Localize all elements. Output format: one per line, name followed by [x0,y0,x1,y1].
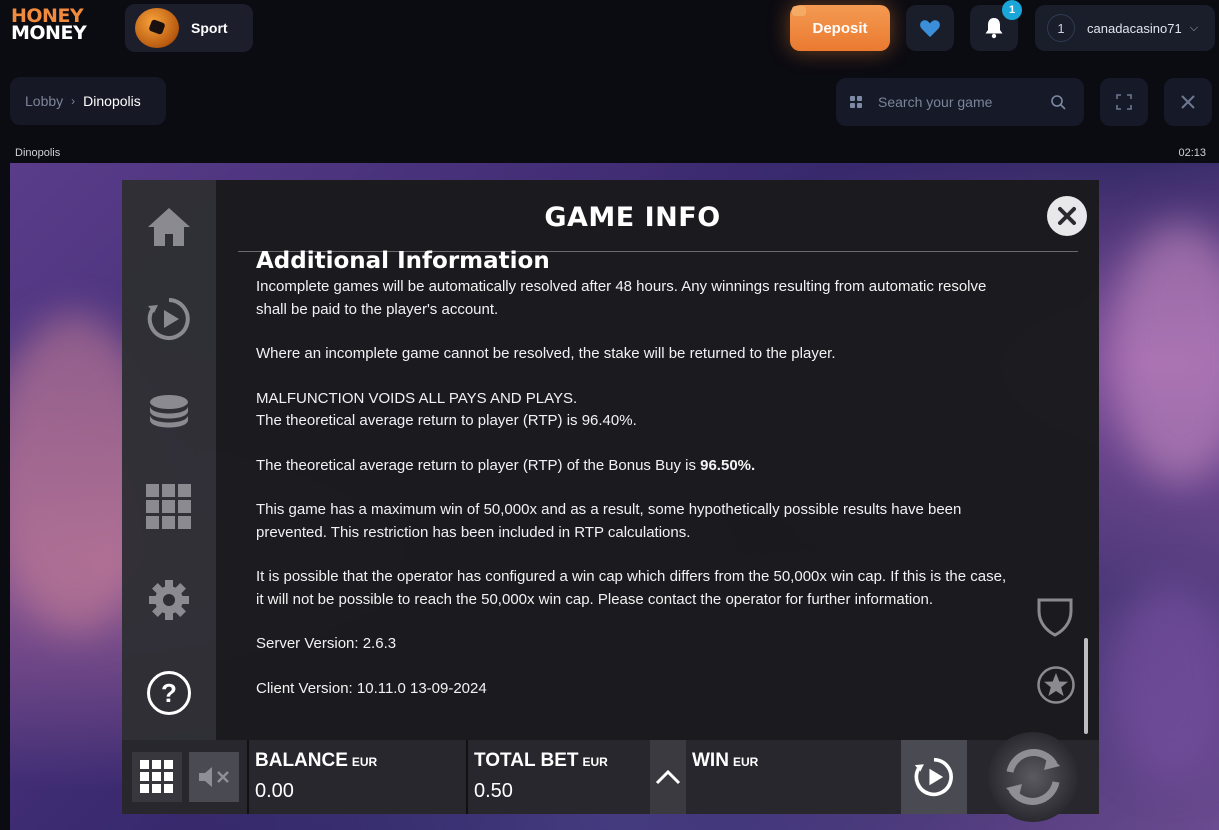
info-paragraph: The theoretical average return to player… [256,412,637,429]
close-icon [1058,207,1076,225]
close-icon [1181,95,1195,109]
user-menu-button[interactable]: 1 canadacasino71 ⌵ [1035,5,1215,51]
fullscreen-icon [1116,94,1132,110]
bet-options-button[interactable] [650,740,686,814]
spin-icon [1006,749,1060,805]
close-game-button[interactable] [1164,78,1212,126]
star-icon[interactable] [1036,665,1076,705]
favorites-button[interactable] [906,5,954,51]
game-info-dialog: ? GAME INFO Additional Information Incom… [122,180,1099,822]
win-field: WIN EUR [686,740,901,814]
close-dialog-button[interactable] [1047,196,1087,236]
menu-button[interactable] [132,752,182,802]
svg-text:?: ? [161,678,177,708]
dialog-title: GAME INFO [544,202,721,233]
chevron-right-icon: › [71,94,76,108]
rtp-bonus-value: 96.50%. [700,456,756,474]
total-bet-value: 0.50 [474,780,513,802]
game-title-bar: Dinopolis 02:13 [0,143,1219,163]
balance-label: BALANCE EUR [255,750,377,772]
paytable-grid-icon [146,484,191,529]
info-paragraph: This game has a maximum win of 50,000x a… [256,501,962,541]
breadcrumb-lobby-link[interactable]: Lobby [25,93,63,109]
help-button[interactable]: ? [146,670,192,716]
total-bet-unit: EUR [582,755,608,769]
sport-label: Sport [191,20,228,36]
deposit-label: Deposit [812,19,868,37]
chevron-down-icon: ⌵ [1189,21,1199,34]
spin-button[interactable] [988,732,1078,822]
info-paragraph: MALFUNCTION VOIDS ALL PAYS AND PLAYS. [256,389,578,407]
total-bet-field[interactable]: TOTAL BET EUR 0.50 [466,740,650,814]
autoplay-icon [914,757,953,797]
top-bar: HONEY MONEY Sport Deposit 1 1 canadacasi… [0,0,1219,60]
soccer-ball-icon [135,8,179,48]
search-input[interactable]: Search your game [878,94,1050,110]
game-title: Dinopolis [15,147,61,159]
coins-icon [150,395,188,428]
info-text-scroll[interactable]: Additional Information Incomplete games … [256,250,1016,740]
home-button[interactable] [146,204,192,250]
background-blur [1110,223,1219,483]
sport-button[interactable]: Sport [125,4,253,52]
fullscreen-button[interactable] [1100,78,1148,126]
scrollbar[interactable] [1084,638,1088,734]
category-grid-icon[interactable] [850,96,862,108]
section-heading: Additional Information [256,250,550,274]
bet-coins-button[interactable] [146,390,192,436]
site-logo[interactable]: HONEY MONEY [11,7,87,44]
background-blur [1110,583,1219,783]
info-paragraph: It is possible that the operator has con… [256,568,1007,608]
settings-icon [149,580,189,620]
menu-grid-icon [140,760,173,793]
client-version: Client Version: 10.11.0 13-09-2024 [256,679,487,697]
server-version: Server Version: 2.6.3 [256,635,397,652]
heart-icon [920,20,940,38]
home-icon [148,208,190,246]
info-paragraph: The theoretical average return to player… [256,455,1016,478]
shield-icon[interactable] [1036,597,1074,637]
game-search[interactable]: Search your game [836,78,1084,126]
paytable-button[interactable] [146,484,192,530]
notifications-button[interactable]: 1 [970,0,1022,51]
info-paragraph: Incomplete games will be automatically r… [256,278,987,318]
breadcrumb: Lobby › Dinopolis [10,77,166,125]
mute-button[interactable] [189,752,239,802]
win-unit: EUR [732,755,759,769]
username: canadacasino71 [1087,20,1182,36]
help-icon: ? [147,671,191,715]
bell-icon [985,18,1003,39]
replay-icon [147,298,190,340]
win-label-text: WIN [692,750,729,771]
game-side-nav: ? [122,180,216,740]
breadcrumb-current: Dinopolis [83,93,141,109]
balance-unit: EUR [351,755,378,769]
balance-label-text: BALANCE [255,750,348,771]
replay-button[interactable] [146,296,192,342]
mute-icon [199,767,229,787]
honeycomb-icon [792,6,806,16]
rtp-bonus-text: The theoretical average return to player… [256,456,701,474]
settings-button[interactable] [146,577,192,623]
chevron-up-icon [655,769,681,785]
autoplay-button[interactable] [901,740,967,814]
search-icon[interactable] [1050,94,1066,110]
total-bet-label-text: TOTAL BET [474,750,579,771]
balance-field: BALANCE EUR 0.00 [247,740,467,814]
user-level-badge: 1 [1047,14,1075,42]
info-paragraph: Where an incomplete game cannot be resol… [256,345,836,362]
game-bottom-bar: BALANCE EUR 0.00 TOTAL BET EUR 0.50 WIN EUR [122,732,1099,822]
logo-line-2: MONEY [11,22,87,44]
deposit-button[interactable]: Deposit [790,5,890,51]
clock: 02:13 [1178,147,1206,159]
total-bet-label: TOTAL BET EUR [474,750,608,772]
notification-badge: 1 [1002,0,1022,20]
balance-value: 0.00 [255,780,294,802]
win-label: WIN EUR [692,750,758,772]
